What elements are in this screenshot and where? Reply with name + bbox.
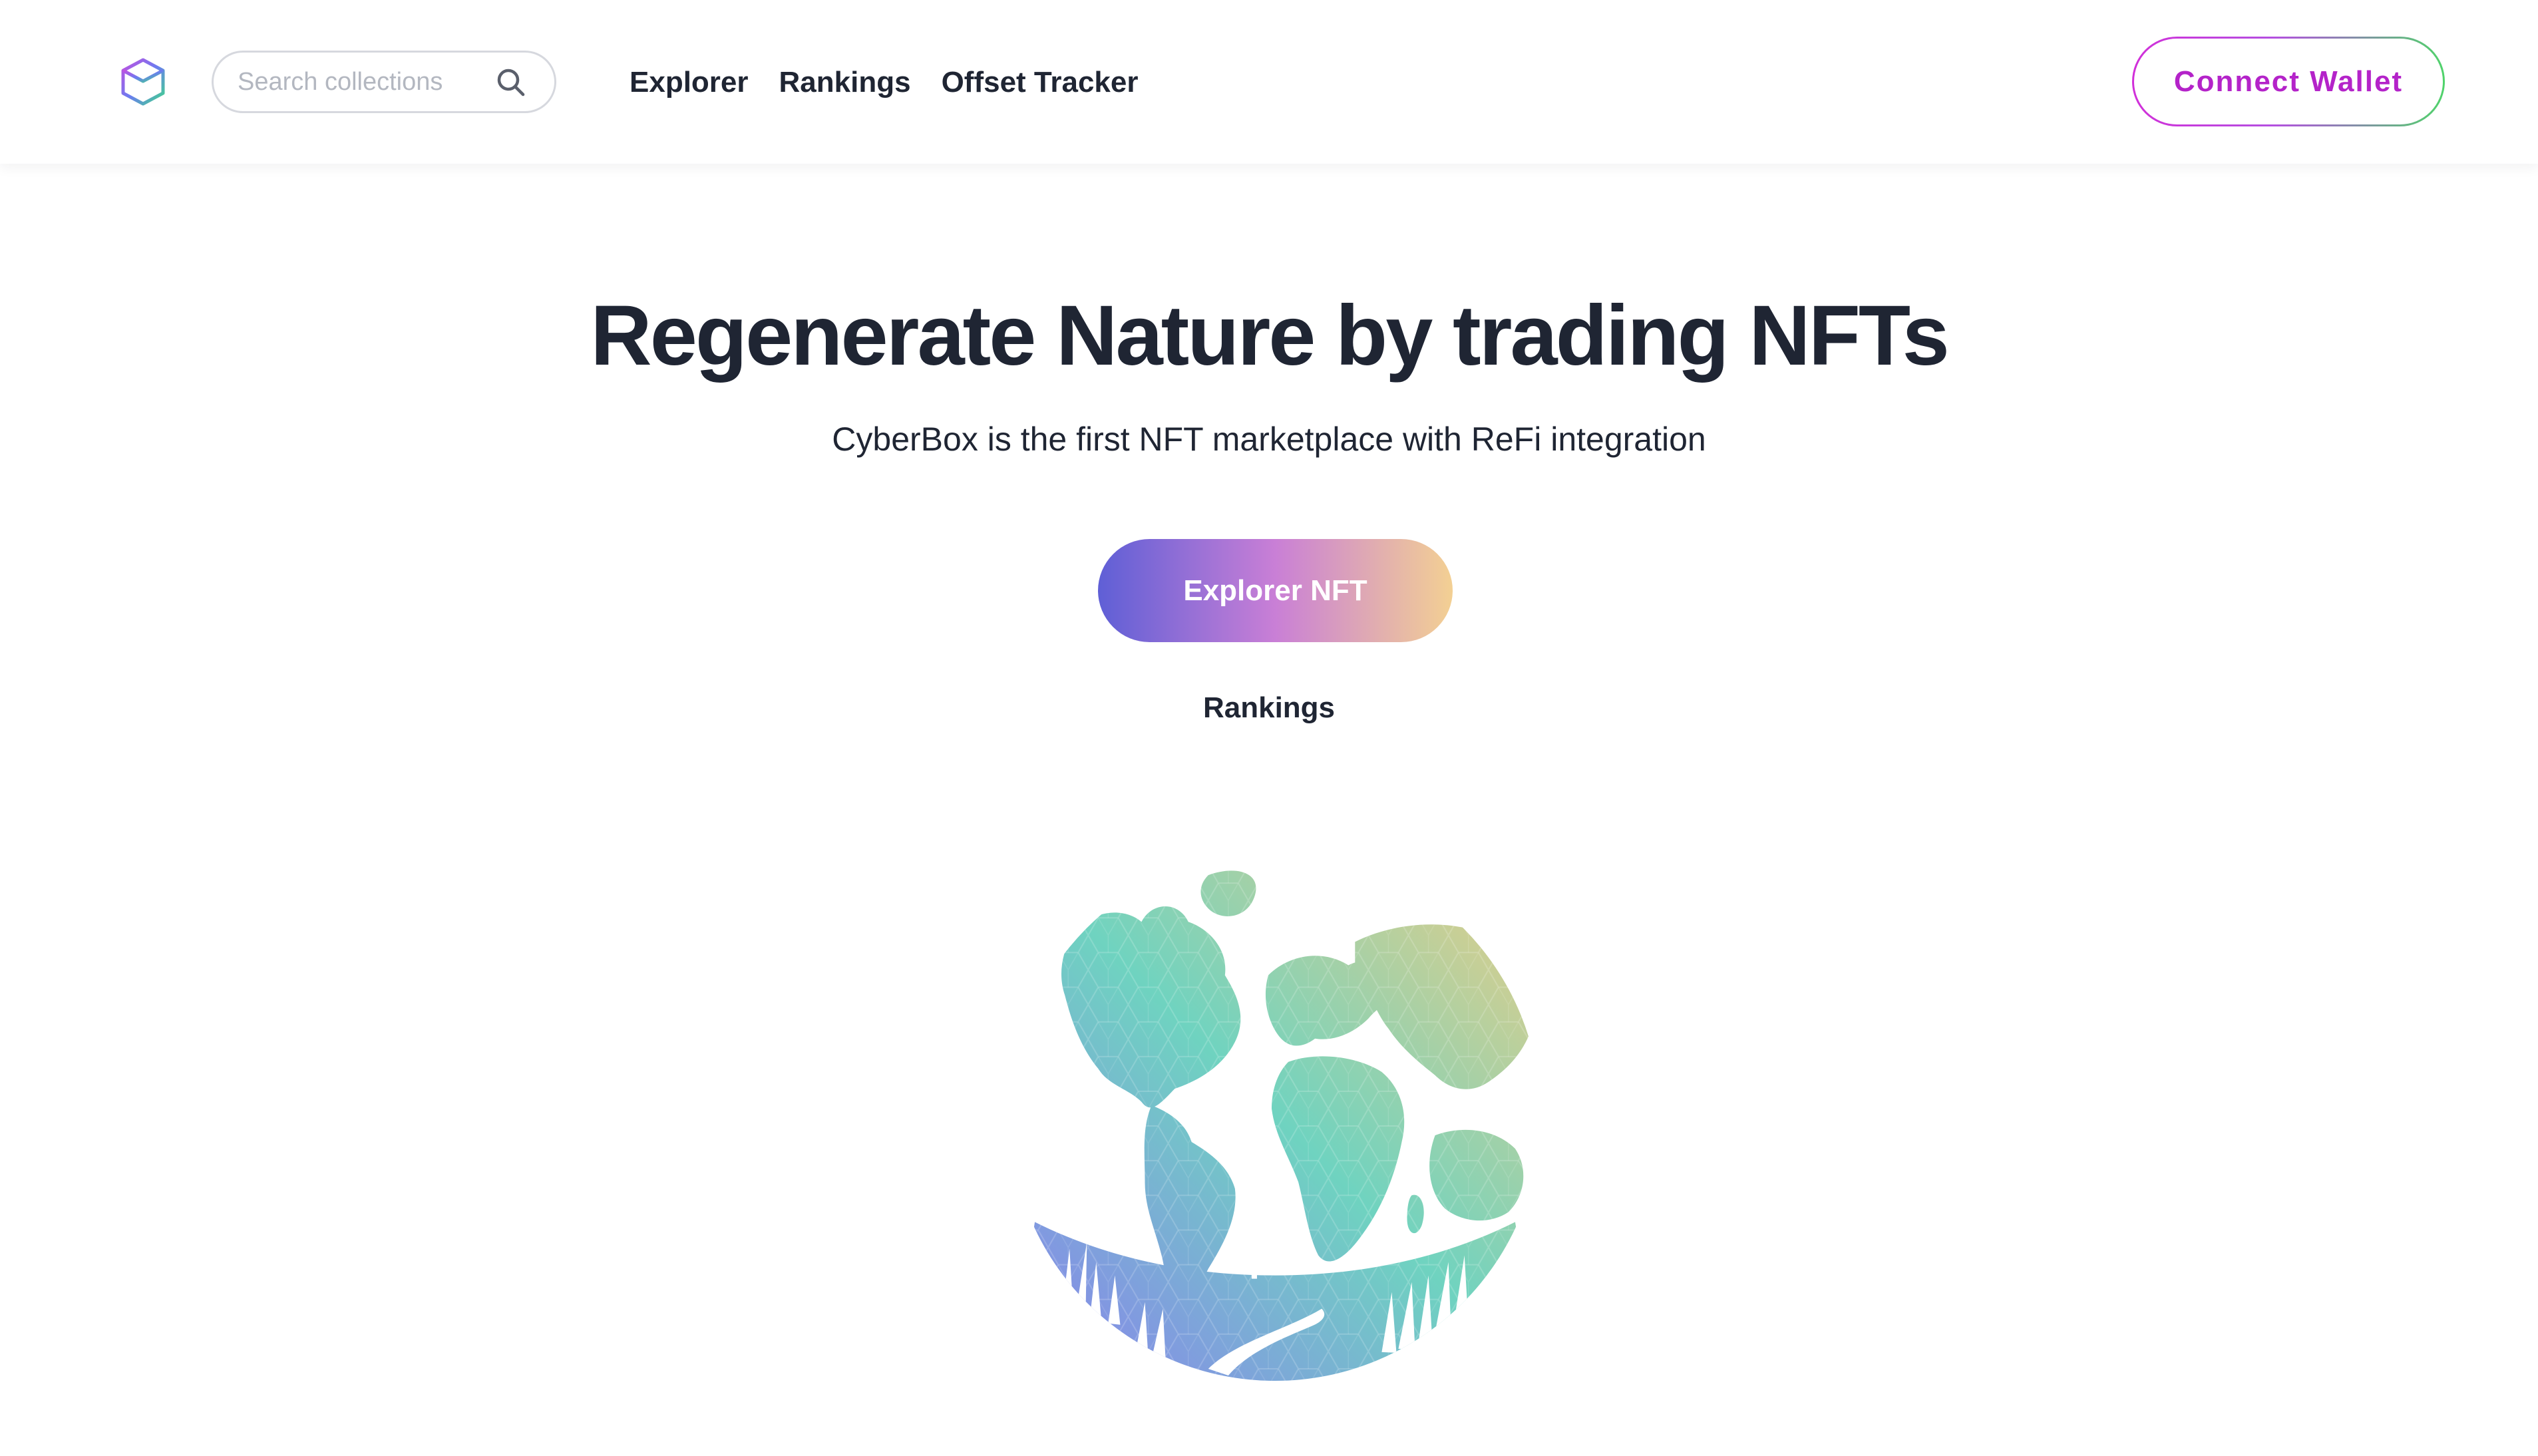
search-icon[interactable] [494,66,528,99]
hero-title: Regenerate Nature by trading NFTs [590,288,1950,383]
nav-explorer[interactable]: Explorer [630,66,749,99]
search-input[interactable] [236,55,496,108]
hero-subtitle: CyberBox is the first NFT marketplace wi… [832,421,1706,458]
top-header: Explorer Rankings Offset Tracker Connect… [0,0,2538,164]
connect-wallet-label: Connect Wallet [2173,65,2404,98]
explorer-nft-button[interactable]: Explorer NFT [1098,539,1453,642]
search-bar [212,51,556,113]
main-nav: Explorer Rankings Offset Tracker [630,61,1169,104]
connect-wallet-button[interactable]: Connect Wallet [2132,37,2445,126]
connect-wallet-button-inner: Connect Wallet [2134,39,2443,124]
cube-logo-icon[interactable] [118,57,168,106]
explorer-nft-label: Explorer NFT [1183,574,1367,607]
earth-globe-icon [1008,848,1542,1382]
rankings-link[interactable]: Rankings [1203,691,1335,724]
rankings-link-row: Rankings [0,688,2538,728]
nav-offset-tracker[interactable]: Offset Tracker [942,66,1139,99]
nav-rankings[interactable]: Rankings [779,66,911,99]
